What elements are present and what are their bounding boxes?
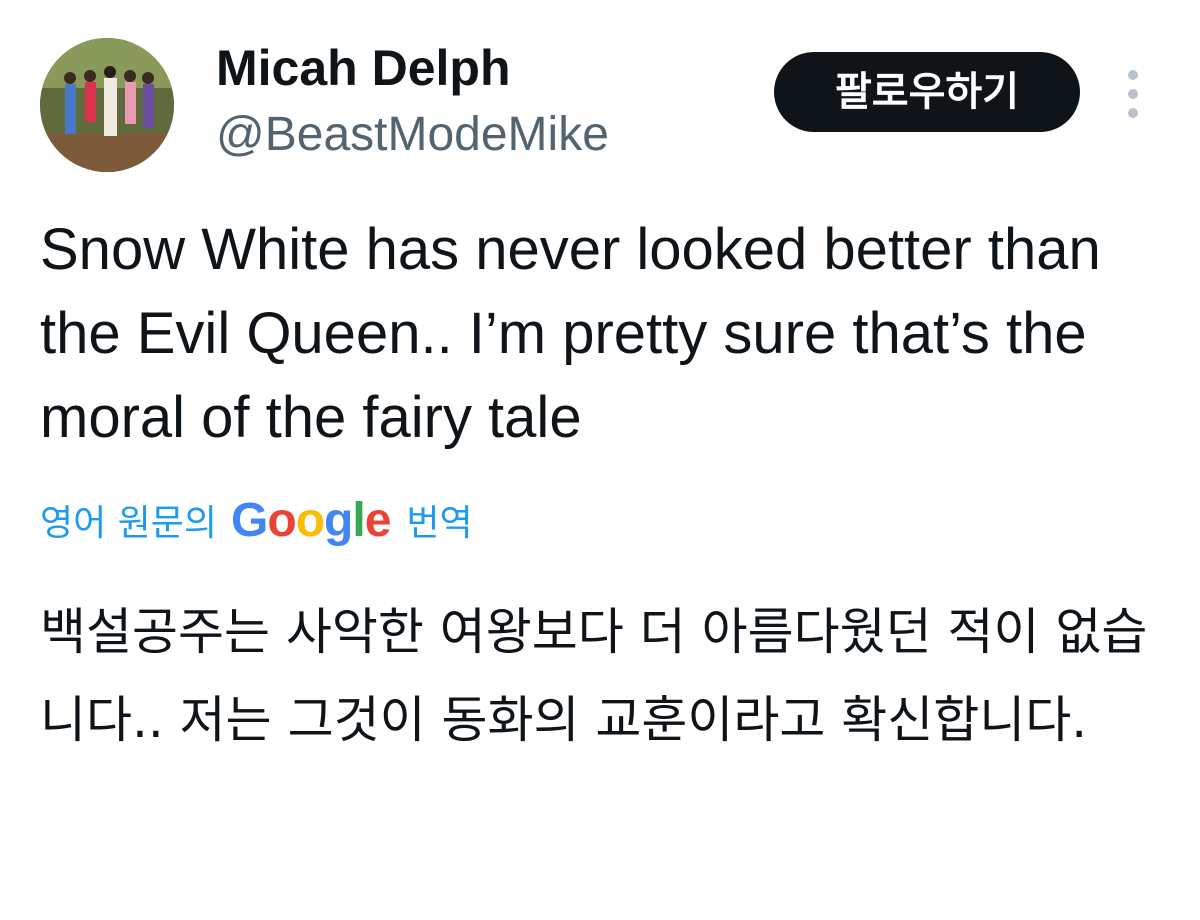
display-name[interactable]: Micah Delph (216, 38, 510, 98)
translate-attribution[interactable]: 영어 원문의 Google 번역 (40, 490, 473, 550)
google-logo-letter: g (324, 493, 353, 547)
google-logo-letter: e (364, 493, 392, 547)
tweet-card: Micah Delph @BeastModeMike 팔로우하기 Snow Wh… (0, 0, 1200, 920)
more-vertical-icon[interactable] (1116, 66, 1150, 122)
more-dot (1128, 89, 1138, 99)
google-logo-letter: o (267, 493, 296, 547)
google-logo-letter: o (295, 493, 325, 547)
more-dot (1128, 70, 1138, 80)
translate-prefix[interactable]: 영어 원문의 (40, 494, 217, 546)
user-handle[interactable]: @BeastModeMike (216, 106, 609, 164)
tweet-text: Snow White has never looked better than … (40, 217, 1101, 450)
google-logo-letter: l (352, 493, 365, 547)
avatar-photo (40, 38, 174, 172)
translate-suffix[interactable]: 번역 (406, 494, 472, 546)
follow-button[interactable]: 팔로우하기 (774, 52, 1080, 132)
google-logo-letter: G (231, 493, 268, 547)
more-dot (1128, 108, 1138, 118)
google-logo: Google (231, 493, 392, 548)
avatar[interactable] (40, 38, 174, 172)
translated-text: 백설공주는 사악한 여왕보다 더 아름다웠던 적이 없습니다.. 저는 그것이 … (40, 603, 1148, 749)
